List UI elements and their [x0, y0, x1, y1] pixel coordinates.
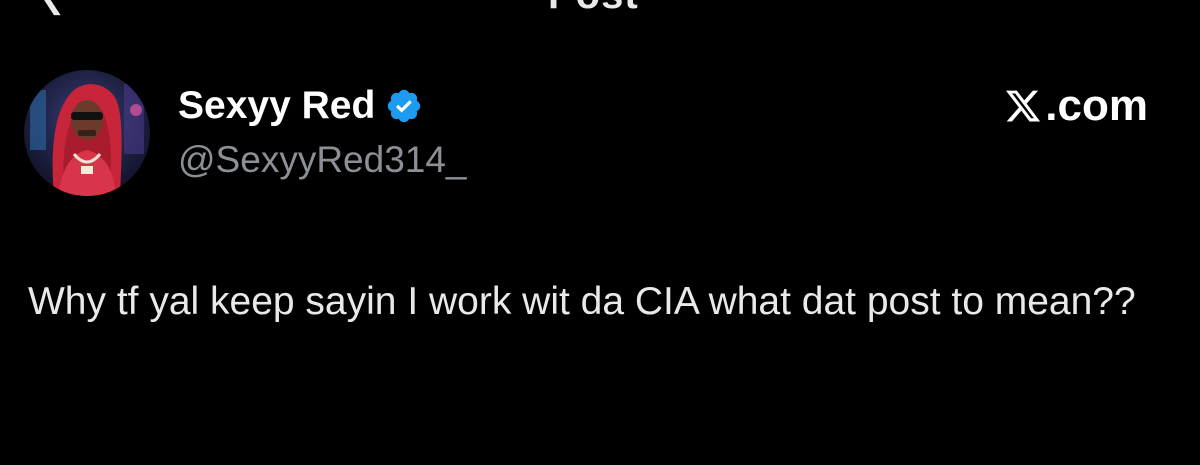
- author-display-name[interactable]: Sexyy Red: [178, 84, 375, 128]
- author-name-row[interactable]: Sexyy Red: [178, 84, 423, 128]
- logo-suffix: .com: [1045, 81, 1148, 130]
- post-text: Why tf yal keep sayin I work wit da CIA …: [28, 280, 1136, 323]
- page-title: Post: [548, 0, 639, 15]
- top-bar: ❮ Post: [0, 0, 1200, 20]
- x-logo-icon: [1003, 87, 1043, 125]
- avatar[interactable]: [24, 70, 150, 196]
- back-arrow-icon[interactable]: ❮: [40, 0, 65, 14]
- verified-badge-icon: [385, 87, 423, 125]
- author-handle[interactable]: @SexyyRed314_: [178, 138, 467, 182]
- x-com-logo: .com: [1003, 81, 1148, 130]
